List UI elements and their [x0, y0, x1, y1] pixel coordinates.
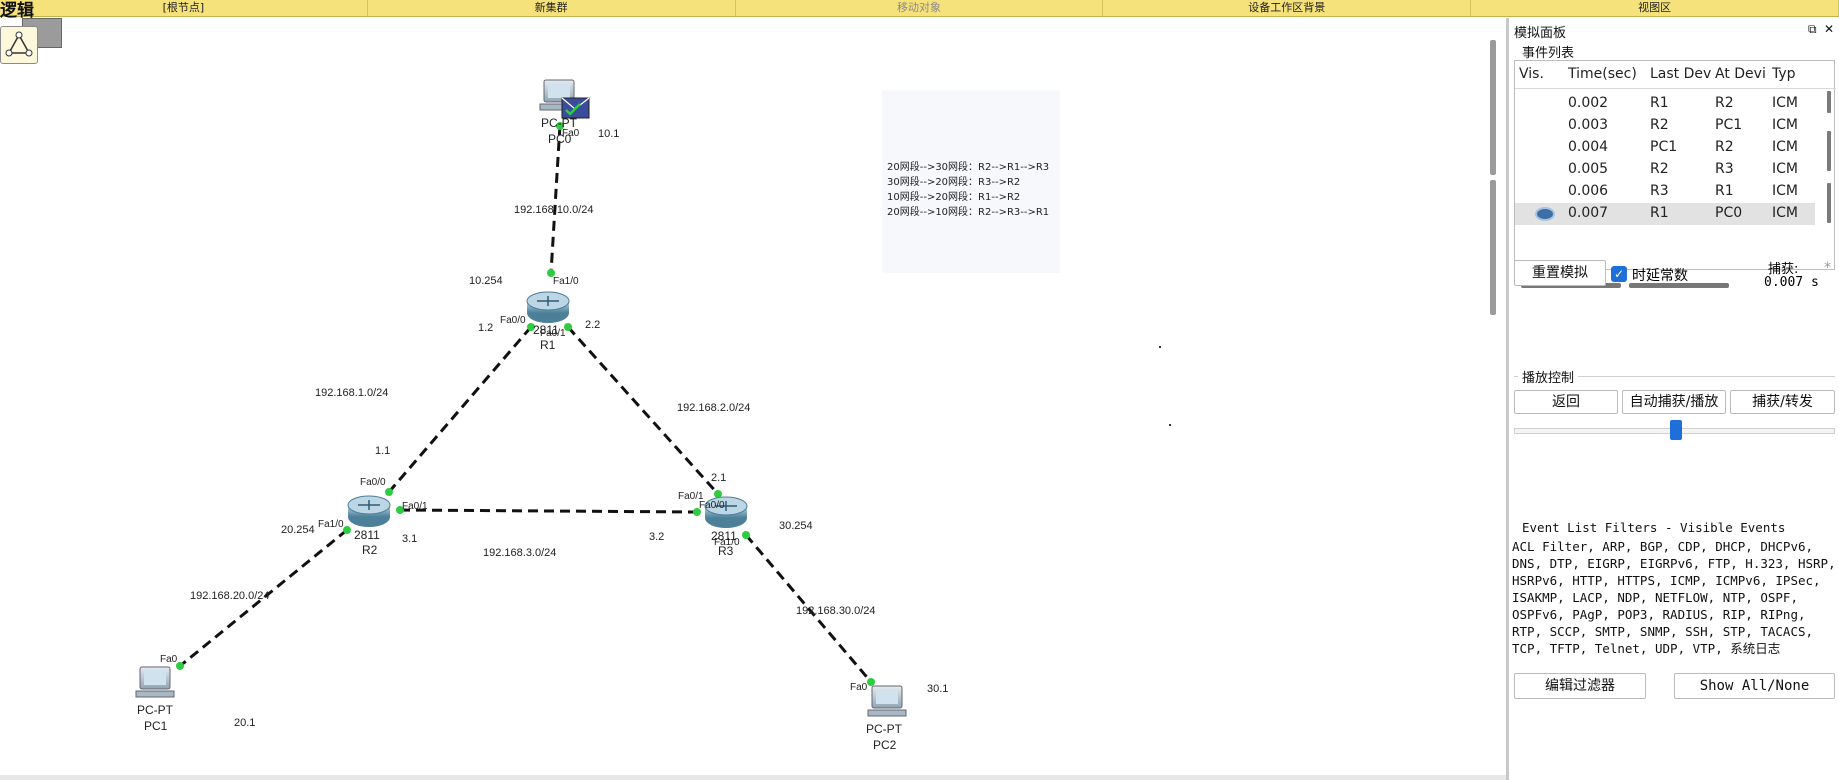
col-vis[interactable]: Vis.	[1519, 66, 1544, 82]
asterisk-icon: *	[1824, 260, 1831, 276]
playback-label: 播放控制	[1518, 367, 1579, 386]
workspace-horizontal-scroll[interactable]	[0, 775, 1506, 780]
pc0-device[interactable]	[539, 79, 590, 119]
col-last-device[interactable]: Last Dev	[1650, 66, 1711, 82]
eye-icon	[1535, 207, 1555, 221]
net-label-1: 192.168.1.0/24	[315, 387, 388, 399]
network-topology: PC-PT PC0 Fa0 10.1 2811 R1 Fa1/0 Fa0/0 F…	[135, 79, 948, 752]
note-line-3: 10网段-->20网段：R1-->R2	[887, 192, 1021, 203]
r2-ip-left: 20.254	[281, 524, 315, 536]
undock-icon[interactable]: ⧉	[1808, 22, 1817, 37]
r1-name: R1	[540, 338, 556, 352]
r1-port-fa00: Fa0/0	[500, 315, 526, 326]
pc2-name: PC2	[873, 738, 897, 752]
r1-port-fa10: Fa1/0	[553, 276, 579, 287]
link-r1-r2	[387, 326, 533, 493]
net-label-2: 192.168.2.0/24	[677, 402, 750, 414]
pc1-type: PC-PT	[137, 703, 174, 717]
routing-note[interactable]: 20网段-->30网段：R2-->R1-->R3 30网段-->20网段：R3-…	[882, 90, 1060, 273]
pc0-ip: 10.1	[598, 128, 619, 140]
r3-ip-top: 2.1	[711, 472, 726, 484]
event-row[interactable]: 0.003 R2 PC1 ICM	[1515, 115, 1815, 137]
r3-port-fa10: Fa1/0	[714, 537, 740, 548]
panel-title: 模拟面板	[1514, 26, 1567, 41]
event-row[interactable]: 0.004 PC1 R2 ICM	[1515, 137, 1815, 159]
note-line-1: 20网段-->30网段：R2-->R1-->R3	[887, 162, 1050, 173]
r2-ip-right: 3.1	[402, 533, 417, 545]
constant-delay-label: 时延常数	[1632, 268, 1688, 284]
link-r2-r3	[399, 508, 698, 514]
event-list-label: 事件列表	[1518, 42, 1579, 61]
back-button[interactable]: 返回	[1514, 390, 1618, 414]
col-time[interactable]: Time(sec)	[1568, 66, 1637, 82]
viewport-button[interactable]: 视图区	[1471, 0, 1839, 16]
r2-port-fa00: Fa0/0	[360, 477, 386, 488]
reset-simulation-button[interactable]: 重置模拟	[1514, 260, 1606, 286]
canvas-dot	[1169, 424, 1171, 426]
event-row-selected[interactable]: 0.007 R1 PC0 ICM	[1515, 203, 1815, 225]
panel-divider[interactable]	[1506, 18, 1509, 780]
canvas-dot	[1159, 346, 1161, 348]
r3-ip-right: 30.254	[779, 520, 813, 532]
close-icon[interactable]: ✕	[1824, 22, 1834, 36]
r2-port-fa10: Fa1/0	[318, 519, 344, 530]
r2-port-fa01: Fa0/1	[402, 501, 428, 512]
pc2-device[interactable]	[867, 685, 907, 717]
net-label-3: 192.168.3.0/24	[483, 547, 556, 559]
speed-slider-thumb[interactable]	[1670, 420, 1682, 440]
visible-events-list: ACL Filter, ARP, BGP, CDP, DHCP, DHCPv6,…	[1512, 539, 1836, 656]
r2-router[interactable]	[347, 495, 391, 527]
constant-delay-checkbox[interactable]: ✓	[1611, 266, 1627, 282]
event-row[interactable]: 0.002 R1 R2 ICM	[1515, 93, 1815, 115]
col-type[interactable]: Typ	[1772, 66, 1796, 82]
col-at-device[interactable]: At Devi	[1715, 66, 1766, 82]
pc2-type: PC-PT	[866, 722, 903, 736]
r1-ip-left: 1.2	[478, 322, 493, 334]
pc2-port: Fa0	[850, 682, 868, 693]
filter-title: Event List Filters - Visible Events	[1518, 520, 1790, 535]
net-label-20: 192.168.20.0/24	[190, 590, 270, 602]
pc1-port: Fa0	[160, 654, 178, 665]
net-label-30: 192.168.30.0/24	[796, 605, 876, 617]
event-row[interactable]: 0.006 R3 R1 ICM	[1515, 181, 1815, 203]
r1-router[interactable]	[526, 291, 570, 323]
simulation-panel: 模拟面板 ⧉ ✕ 事件列表 Vis. Time(sec) Last Dev At…	[1510, 18, 1839, 780]
event-list-table[interactable]: Vis. Time(sec) Last Dev At Devi Typ 0.00…	[1514, 60, 1836, 288]
panel-header: 模拟面板 ⧉ ✕	[1510, 22, 1839, 41]
edit-filters-button[interactable]: 编辑过滤器	[1514, 673, 1646, 699]
link-pc0-r1	[549, 124, 562, 274]
note-line-4: 20网段-->10网段：R2-->R3-->R1	[887, 207, 1050, 218]
capture-forward-button[interactable]: 捕获/转发	[1730, 390, 1835, 414]
auto-capture-play-button[interactable]: 自动捕获/播放	[1622, 390, 1726, 414]
r3-port-fa00: Fa0/0	[699, 500, 725, 511]
r2-ip-top: 1.1	[375, 445, 390, 457]
note-line-2: 30网段-->20网段：R3-->R2	[887, 177, 1021, 188]
r1-port-fa01: Fa0/1	[540, 328, 566, 339]
workspace-scrollbar-thumb-2[interactable]	[1490, 180, 1496, 315]
event-row[interactable]: 0.005 R2 R3 ICM	[1515, 159, 1815, 181]
event-list-vscroll[interactable]	[1817, 91, 1833, 271]
pc1-name: PC1	[144, 719, 168, 733]
pc0-port: Fa0	[562, 128, 580, 139]
r3-ip-left: 3.2	[649, 531, 664, 543]
workspace-scrollbar-thumb[interactable]	[1490, 40, 1496, 175]
r2-name: R2	[362, 543, 378, 557]
capture-time: 0.007 s	[1764, 275, 1819, 290]
event-list-header: Vis. Time(sec) Last Dev At Devi Typ	[1515, 61, 1836, 89]
net-label-10: 192.168.10.0/24	[514, 204, 594, 216]
pc1-device[interactable]	[135, 666, 175, 698]
r2-model: 2811	[354, 528, 380, 542]
show-all-none-button[interactable]: Show All/None	[1674, 673, 1835, 699]
pc2-ip: 30.1	[927, 683, 948, 695]
pc1-ip: 20.1	[234, 717, 255, 729]
r1-ip-top: 10.254	[469, 275, 503, 287]
r1-ip-right: 2.2	[585, 319, 600, 331]
